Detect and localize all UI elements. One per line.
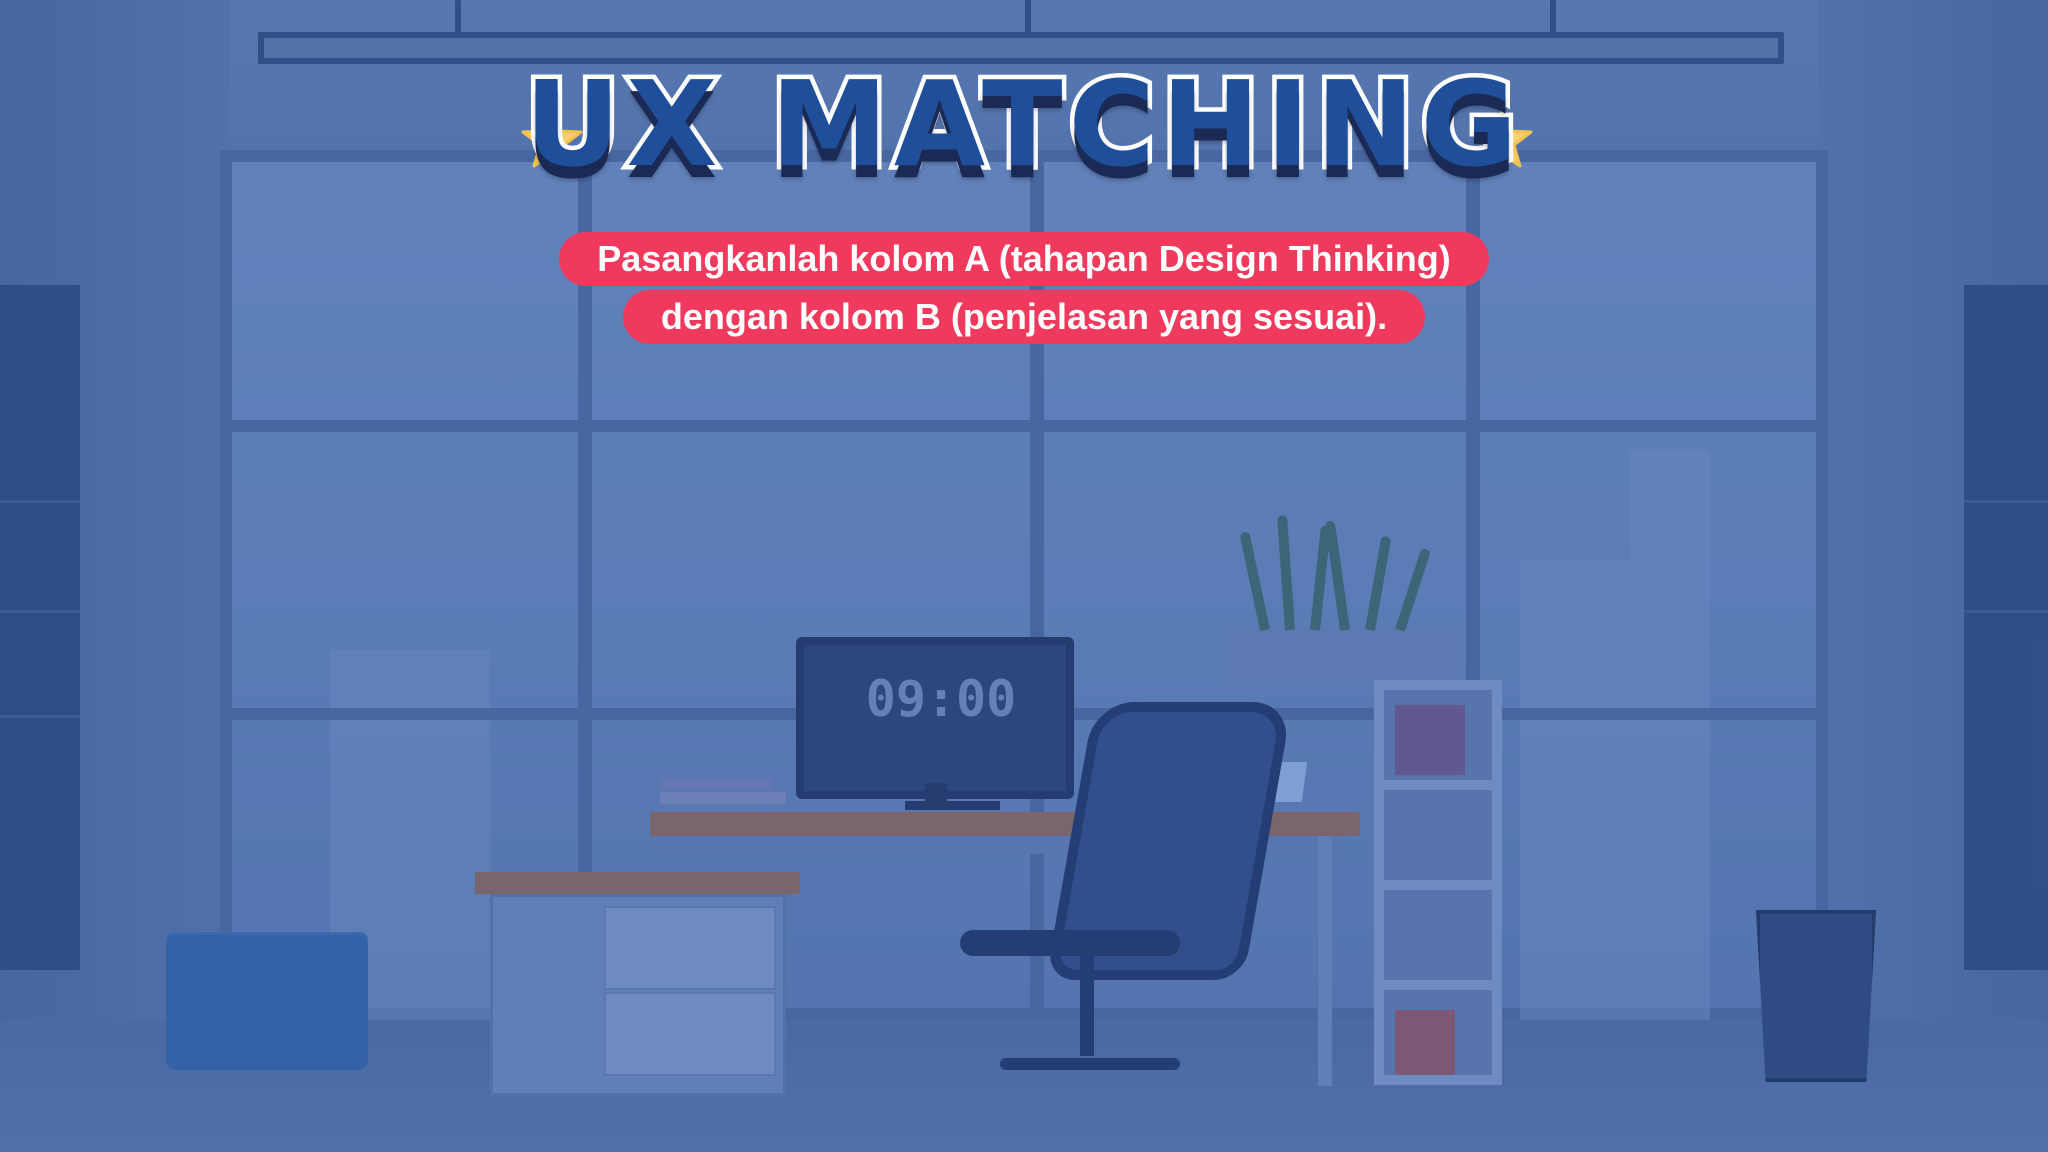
instruction-line-2: dengan kolom B (penjelasan yang sesuai).: [0, 290, 2048, 344]
instruction-pill: Pasangkanlah kolom A (tahapan Design Thi…: [559, 232, 1489, 286]
page-title: UX MATCHING: [520, 55, 1524, 194]
title-container: UX MATCHING: [0, 55, 2048, 194]
office-scene: 09:00 UX MATCHING Pasangkanlah kolom A (…: [0, 0, 2048, 1152]
instruction-pill: dengan kolom B (penjelasan yang sesuai).: [622, 290, 1426, 344]
instruction-line-1: Pasangkanlah kolom A (tahapan Design Thi…: [0, 232, 2048, 286]
